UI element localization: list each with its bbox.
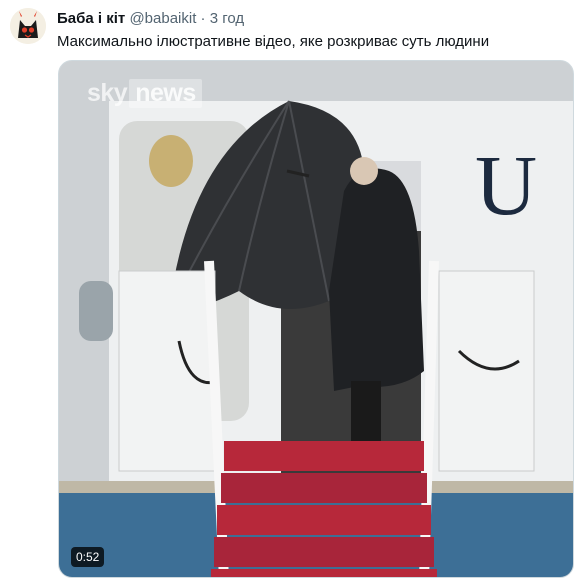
avatar[interactable] [10,8,46,44]
video-player[interactable]: sky news U 0:52 [58,60,574,578]
video-duration-badge: 0:52 [71,547,105,567]
cat-face-icon [10,8,46,44]
tweet-card: Баба і кіт @babaikit · 3 год Максимально… [0,0,583,584]
tweet-timestamp[interactable]: 3 год [210,10,244,27]
tweet-header: Баба і кіт @babaikit · 3 год [57,9,244,29]
author-handle[interactable]: @babaikit [129,10,196,27]
sky-news-watermark: sky news [87,79,202,108]
watermark-sky: sky [87,79,128,107]
plane-lettering: U [475,137,568,233]
tweet-text: Максимально ілюстративне відео, яке розк… [57,33,490,50]
author-name[interactable]: Баба і кіт [57,10,125,27]
separator-dot: · [200,10,206,27]
watermark-news: news [129,79,202,108]
